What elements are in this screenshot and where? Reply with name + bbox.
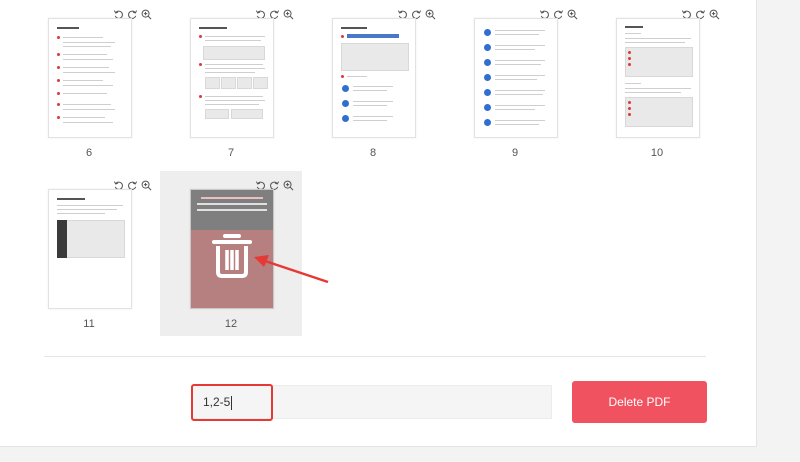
page-number: 6 (85, 147, 93, 159)
page-card-11[interactable]: 11 (18, 171, 160, 336)
page-number: 7 (227, 147, 235, 159)
page-thumbnail-6[interactable] (48, 18, 132, 138)
page-thumbnail-11[interactable] (48, 189, 132, 309)
zoom-in-icon[interactable] (283, 9, 294, 20)
page-number: 12 (224, 318, 238, 330)
page-number: 10 (650, 147, 664, 159)
zoom-in-icon[interactable] (141, 9, 152, 20)
page-thumbnail-9[interactable] (474, 18, 558, 138)
page-card-9[interactable]: 9 (444, 0, 586, 165)
page-thumbnail-12[interactable] (190, 189, 274, 309)
scrollbar[interactable] (782, 0, 800, 462)
zoom-in-icon[interactable] (283, 180, 294, 191)
zoom-in-icon[interactable] (141, 180, 152, 191)
zoom-in-icon[interactable] (425, 9, 436, 20)
page-thumbnail-7[interactable] (190, 18, 274, 138)
page-card-7[interactable]: 7 (160, 0, 302, 165)
page-number: 8 (369, 147, 377, 159)
annotation-highlight-box (191, 384, 273, 421)
delete-pdf-button[interactable]: Delete PDF (572, 381, 707, 423)
deleted-page-preview (191, 190, 273, 230)
page-card-10[interactable]: 10 (586, 0, 728, 165)
trash-icon[interactable] (210, 230, 254, 278)
page-number: 11 (83, 318, 95, 330)
page-thumbnail-10[interactable] (616, 18, 700, 138)
page-card-8[interactable]: 8 (302, 0, 444, 165)
page-thumbnail-8[interactable] (332, 18, 416, 138)
page-card-6[interactable]: 6 (18, 0, 160, 165)
divider (44, 356, 706, 357)
page-number: 9 (511, 147, 519, 159)
zoom-in-icon[interactable] (567, 9, 578, 20)
zoom-in-icon[interactable] (709, 9, 720, 20)
annotation-arrow (254, 255, 329, 284)
